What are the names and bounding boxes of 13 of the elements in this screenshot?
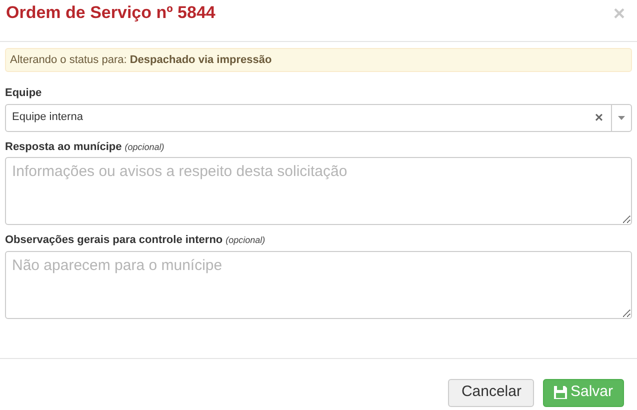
caret-icon [618, 116, 625, 120]
cancel-button[interactable]: Cancelar [448, 378, 534, 406]
team-select[interactable]: Equipe interna × [5, 104, 632, 132]
text-area[interactable]: Informações ou avisos a respeito desta solicitação [5, 157, 632, 225]
optional-hint: (opcional) [124, 140, 164, 154]
optional-hint: (opcional) [226, 234, 266, 247]
field-label: Equipe [5, 86, 43, 101]
field-label: Observações gerais para controle interno [5, 233, 223, 248]
text-area[interactable]: Não aparecem para o munícipe [5, 250, 632, 318]
dialog-title: Ordem de Serviço nº 5844 [6, 2, 216, 24]
clear-icon[interactable]: × [586, 107, 611, 128]
field-label: Resposta ao munícipe [5, 140, 122, 154]
alert-text: Alterando o status para: Despachado via impressão [10, 52, 272, 68]
